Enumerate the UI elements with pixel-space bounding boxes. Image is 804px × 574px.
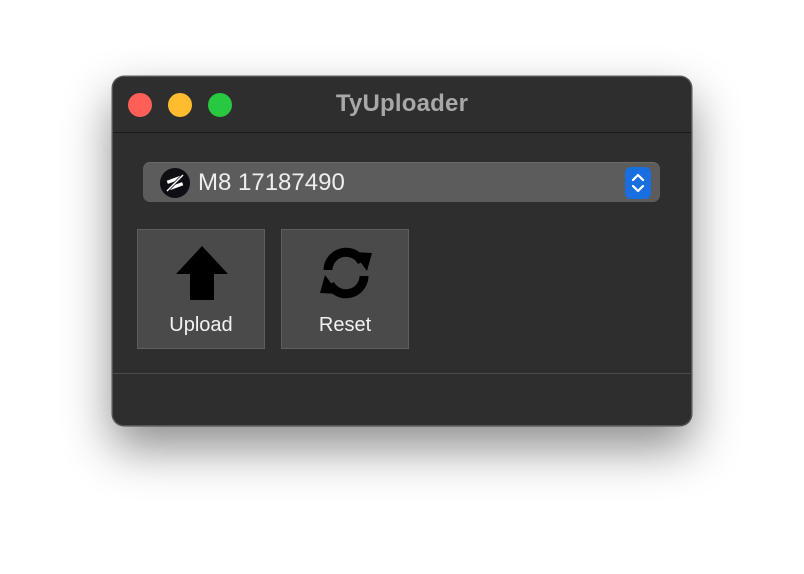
device-select[interactable]: M8 17187490 bbox=[143, 162, 660, 202]
upload-button[interactable]: Upload bbox=[137, 229, 265, 349]
upload-button-label: Upload bbox=[169, 314, 233, 336]
device-select-value: M8 17187490 bbox=[198, 169, 345, 196]
app-window: TyUploader M8 17187490 Upload Reset bbox=[112, 76, 692, 426]
reset-button[interactable]: Reset bbox=[281, 229, 409, 349]
desktop-background: TyUploader M8 17187490 Upload Reset bbox=[0, 0, 804, 574]
window-title: TyUploader bbox=[335, 90, 469, 117]
up-arrow-icon bbox=[172, 236, 232, 311]
title-bar[interactable]: TyUploader bbox=[113, 77, 691, 133]
status-bar bbox=[113, 374, 691, 425]
reset-button-label: Reset bbox=[318, 314, 372, 336]
chevron-up-down-icon[interactable] bbox=[625, 167, 651, 199]
refresh-icon bbox=[316, 236, 376, 311]
board-icon bbox=[160, 168, 190, 198]
